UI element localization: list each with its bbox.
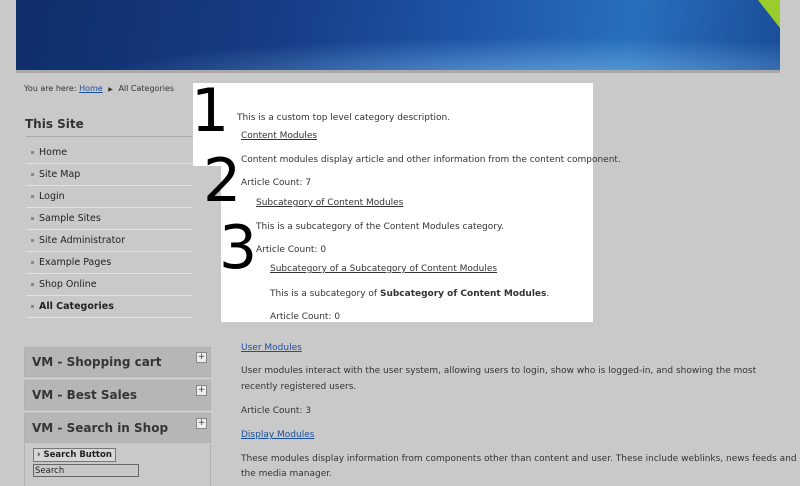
bullet-icon: [31, 173, 34, 176]
banner-corner-accent: [758, 0, 780, 28]
search-button-label: Search Button: [43, 450, 112, 460]
sidebar-item-label: Shop Online: [39, 279, 97, 290]
annotation-number-1: 1: [191, 76, 230, 146]
sidebar-item-shop-online[interactable]: Shop Online: [26, 274, 208, 296]
sub-subcategory-description-suffix: .: [546, 289, 550, 299]
bullet-icon: [31, 261, 34, 264]
annotation-number-2: 2: [203, 146, 242, 216]
sub-subcategory-description: This is a subcategory of Subcategory of …: [270, 289, 549, 299]
display-modules-link[interactable]: Display Modules: [241, 430, 314, 440]
breadcrumb-arrow-icon: ▶: [108, 86, 113, 93]
breadcrumb-prefix: You are here:: [24, 84, 77, 93]
content-modules-description: Content modules display article and othe…: [241, 155, 621, 165]
article-count: Article Count: 0: [270, 312, 341, 322]
sidebar-item-home[interactable]: Home: [26, 142, 208, 164]
user-modules-description-line2: recently registered users.: [241, 382, 357, 392]
search-module-body: › Search Button: [24, 444, 211, 486]
sidebar-item-label: Sample Sites: [39, 213, 101, 224]
search-input[interactable]: [33, 464, 139, 477]
article-count: Article Count: 0: [256, 245, 327, 255]
bullet-icon: [31, 305, 34, 308]
user-modules-description-line1: User modules interact with the user syst…: [241, 366, 757, 376]
category-description: This is a custom top level category desc…: [237, 113, 451, 123]
sidebar-item-label: All Categories: [39, 301, 114, 312]
bullet-icon: [31, 239, 34, 242]
display-modules-description-line1: These modules display information from c…: [241, 454, 797, 464]
main-menu: Home Site Map Login Sample Sites Site Ad…: [26, 142, 208, 318]
user-modules-link[interactable]: User Modules: [241, 343, 302, 353]
module-title: VM - Search in Shop: [32, 421, 169, 435]
article-count: Article Count: 7: [241, 178, 312, 188]
sidebar-item-label: Login: [39, 191, 65, 202]
subcategory-link[interactable]: Subcategory of Content Modules: [256, 198, 403, 208]
breadcrumb-current: All Categories: [118, 84, 175, 93]
content-modules-link[interactable]: Content Modules: [241, 131, 317, 141]
bullet-icon: [31, 283, 34, 286]
sidebar-item-example-pages[interactable]: Example Pages: [26, 252, 208, 274]
module-search-in-shop[interactable]: VM - Search in Shop +: [24, 413, 211, 443]
subcategory-description: This is a subcategory of the Content Mod…: [256, 222, 504, 232]
bullet-icon: [31, 151, 34, 154]
sidebar-item-label: Site Map: [39, 169, 81, 180]
sidebar-item-label: Example Pages: [39, 257, 112, 268]
sidebar-item-login[interactable]: Login: [26, 186, 208, 208]
module-title: VM - Shopping cart: [32, 355, 162, 369]
breadcrumb: You are here: Home ▶ All Categories: [24, 84, 174, 93]
article-count: Article Count: 3: [241, 406, 312, 416]
site-banner: [16, 0, 780, 70]
sidebar-divider: [26, 136, 208, 137]
expand-plus-icon[interactable]: +: [196, 385, 207, 396]
search-button[interactable]: › Search Button: [33, 448, 116, 462]
display-modules-description-line2: the media manager.: [241, 469, 333, 479]
sub-subcategory-description-bold: Subcategory of Content Modules: [379, 289, 547, 299]
sub-subcategory-link[interactable]: Subcategory of a Subcategory of Content …: [270, 264, 497, 274]
module-best-sales[interactable]: VM - Best Sales +: [24, 380, 211, 410]
sidebar-item-sample-sites[interactable]: Sample Sites: [26, 208, 208, 230]
expand-plus-icon[interactable]: +: [196, 418, 207, 429]
sub-subcategory-description-prefix: This is a subcategory of: [270, 289, 380, 299]
sidebar-item-site-administrator[interactable]: Site Administrator: [26, 230, 208, 252]
sidebar-item-label: Site Administrator: [39, 235, 126, 246]
bullet-icon: [31, 217, 34, 220]
sidebar-item-all-categories[interactable]: All Categories: [26, 296, 208, 318]
sidebar-item-label: Home: [39, 147, 68, 158]
banner-wave: [16, 30, 780, 70]
module-shopping-cart[interactable]: VM - Shopping cart +: [24, 347, 211, 377]
breadcrumb-home-link[interactable]: Home: [79, 84, 103, 93]
sidebar-item-site-map[interactable]: Site Map: [26, 164, 208, 186]
sidebar-title: This Site: [25, 117, 84, 131]
annotation-number-3: 3: [219, 213, 258, 283]
module-title: VM - Best Sales: [32, 388, 138, 402]
annotation-overlay: This is a custom top level category desc…: [191, 76, 621, 322]
expand-plus-icon[interactable]: +: [196, 352, 207, 363]
banner-divider: [16, 70, 780, 73]
bullet-icon: [31, 195, 34, 198]
